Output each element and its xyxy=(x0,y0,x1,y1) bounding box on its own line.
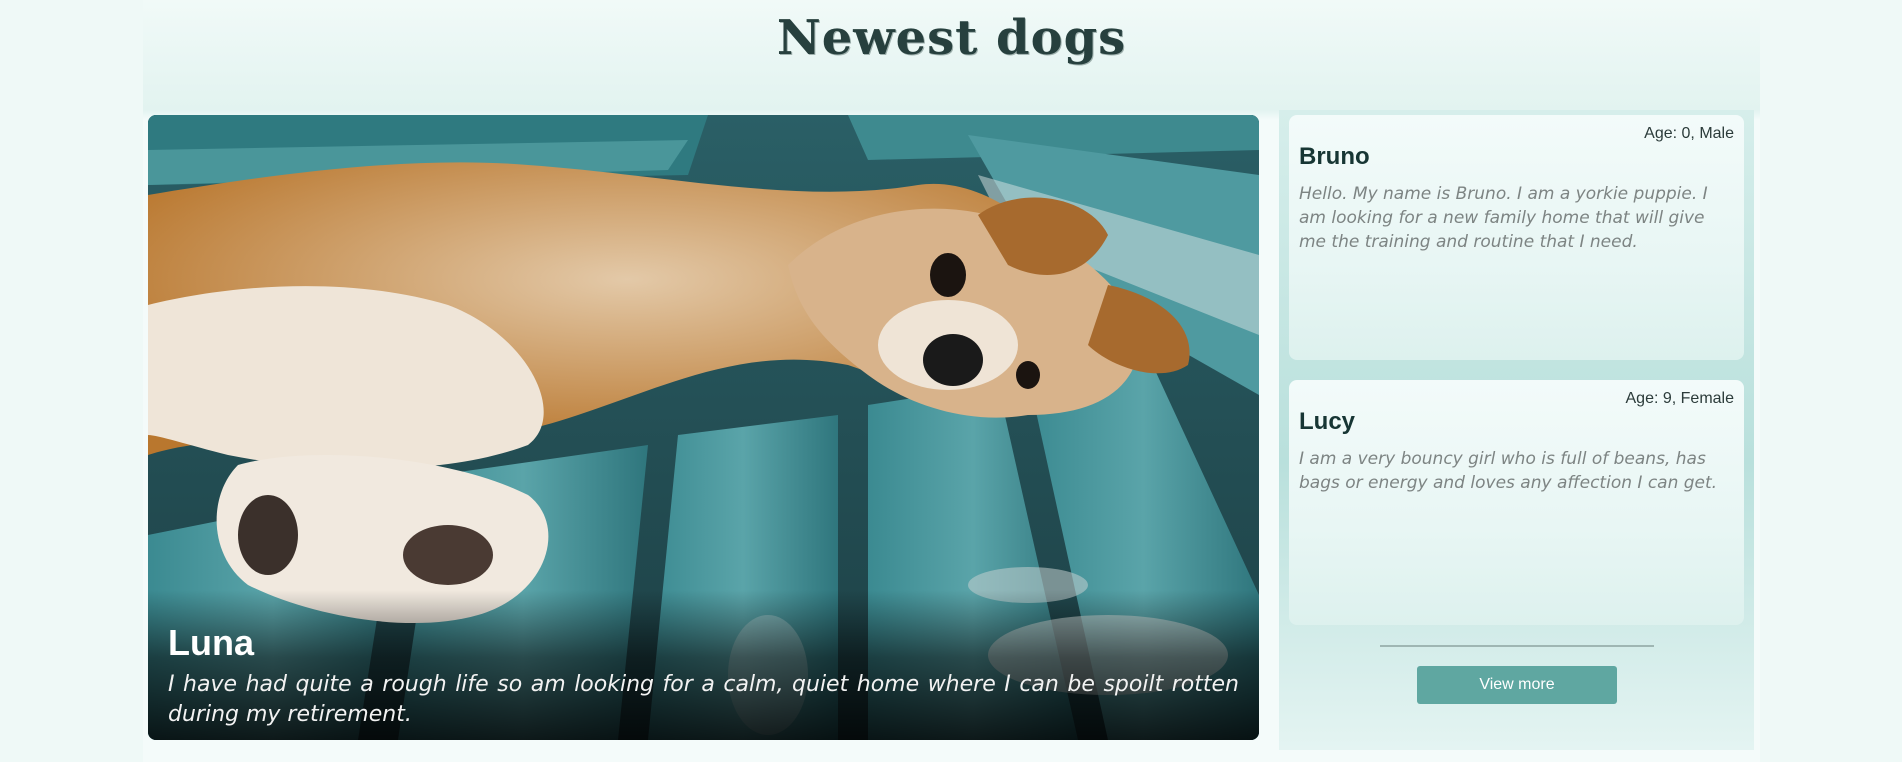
dog-card-bruno[interactable]: Age: 0, Male Bruno Hello. My name is Bru… xyxy=(1289,115,1744,360)
dog-list-sidebar: Age: 0, Male Bruno Hello. My name is Bru… xyxy=(1279,110,1754,750)
dog-name: Lucy xyxy=(1299,408,1356,435)
dog-description: I am a very bouncy girl who is full of b… xyxy=(1299,449,1718,493)
dog-name: Bruno xyxy=(1299,143,1370,170)
featured-dog-name: Luna xyxy=(168,622,254,663)
dog-age-sex: Age: 9, Female xyxy=(1625,390,1735,407)
dog-age-sex: Age: 0, Male xyxy=(1644,125,1734,142)
divider xyxy=(1380,645,1654,647)
dog-card-lucy[interactable]: Age: 9, Female Lucy I am a very bouncy g… xyxy=(1289,380,1744,625)
featured-dog-card[interactable]: Luna I have had quite a rough life so am… xyxy=(148,115,1259,740)
view-more-button[interactable]: View more xyxy=(1417,666,1617,704)
featured-dog-description: I have had quite a rough life so am look… xyxy=(168,672,1239,727)
dog-description: Hello. My name is Bruno. I am a yorkie p… xyxy=(1299,184,1708,252)
section-title: Newest dogs xyxy=(776,10,1127,66)
